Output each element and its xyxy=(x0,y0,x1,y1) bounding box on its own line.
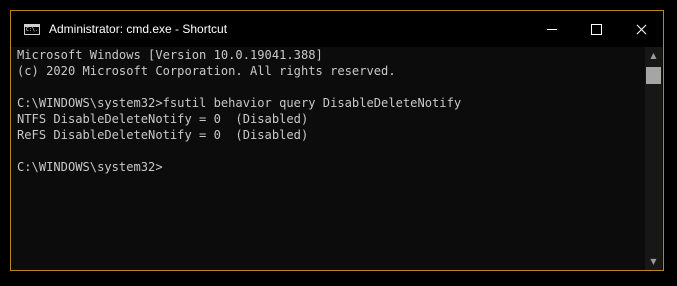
vertical-scrollbar[interactable]: ▲ ▼ xyxy=(645,47,662,270)
console-output[interactable]: Microsoft Windows [Version 10.0.19041.38… xyxy=(17,47,645,269)
maximize-icon xyxy=(591,23,602,35)
scroll-down-arrow-icon[interactable]: ▼ xyxy=(645,253,662,270)
console-line: NTFS DisableDeleteNotify = 0 (Disabled) xyxy=(17,112,309,126)
cmd-icon-text: C:\. xyxy=(26,27,39,33)
close-button[interactable] xyxy=(619,11,664,47)
scroll-up-arrow-icon[interactable]: ▲ xyxy=(645,47,662,64)
console-line: (c) 2020 Microsoft Corporation. All righ… xyxy=(17,64,396,78)
console-line: ReFS DisableDeleteNotify = 0 (Disabled) xyxy=(17,128,309,142)
cmd-window: C:\. Administrator: cmd.exe - Shortcut M… xyxy=(10,10,664,271)
title-bar[interactable]: C:\. Administrator: cmd.exe - Shortcut xyxy=(11,11,663,47)
console-line: C:\WINDOWS\system32>fsutil behavior quer… xyxy=(17,96,462,110)
scrollbar-thumb[interactable] xyxy=(646,67,661,84)
close-icon xyxy=(636,24,647,35)
console-prompt[interactable]: C:\WINDOWS\system32> xyxy=(17,159,645,175)
screen-frame: C:\. Administrator: cmd.exe - Shortcut M… xyxy=(0,0,677,286)
minimize-button[interactable] xyxy=(529,11,574,47)
maximize-button[interactable] xyxy=(574,11,619,47)
window-title: Administrator: cmd.exe - Shortcut xyxy=(49,22,228,36)
cmd-icon[interactable]: C:\. xyxy=(24,24,40,35)
console-line: Microsoft Windows [Version 10.0.19041.38… xyxy=(17,48,323,62)
minimize-icon xyxy=(546,28,557,30)
